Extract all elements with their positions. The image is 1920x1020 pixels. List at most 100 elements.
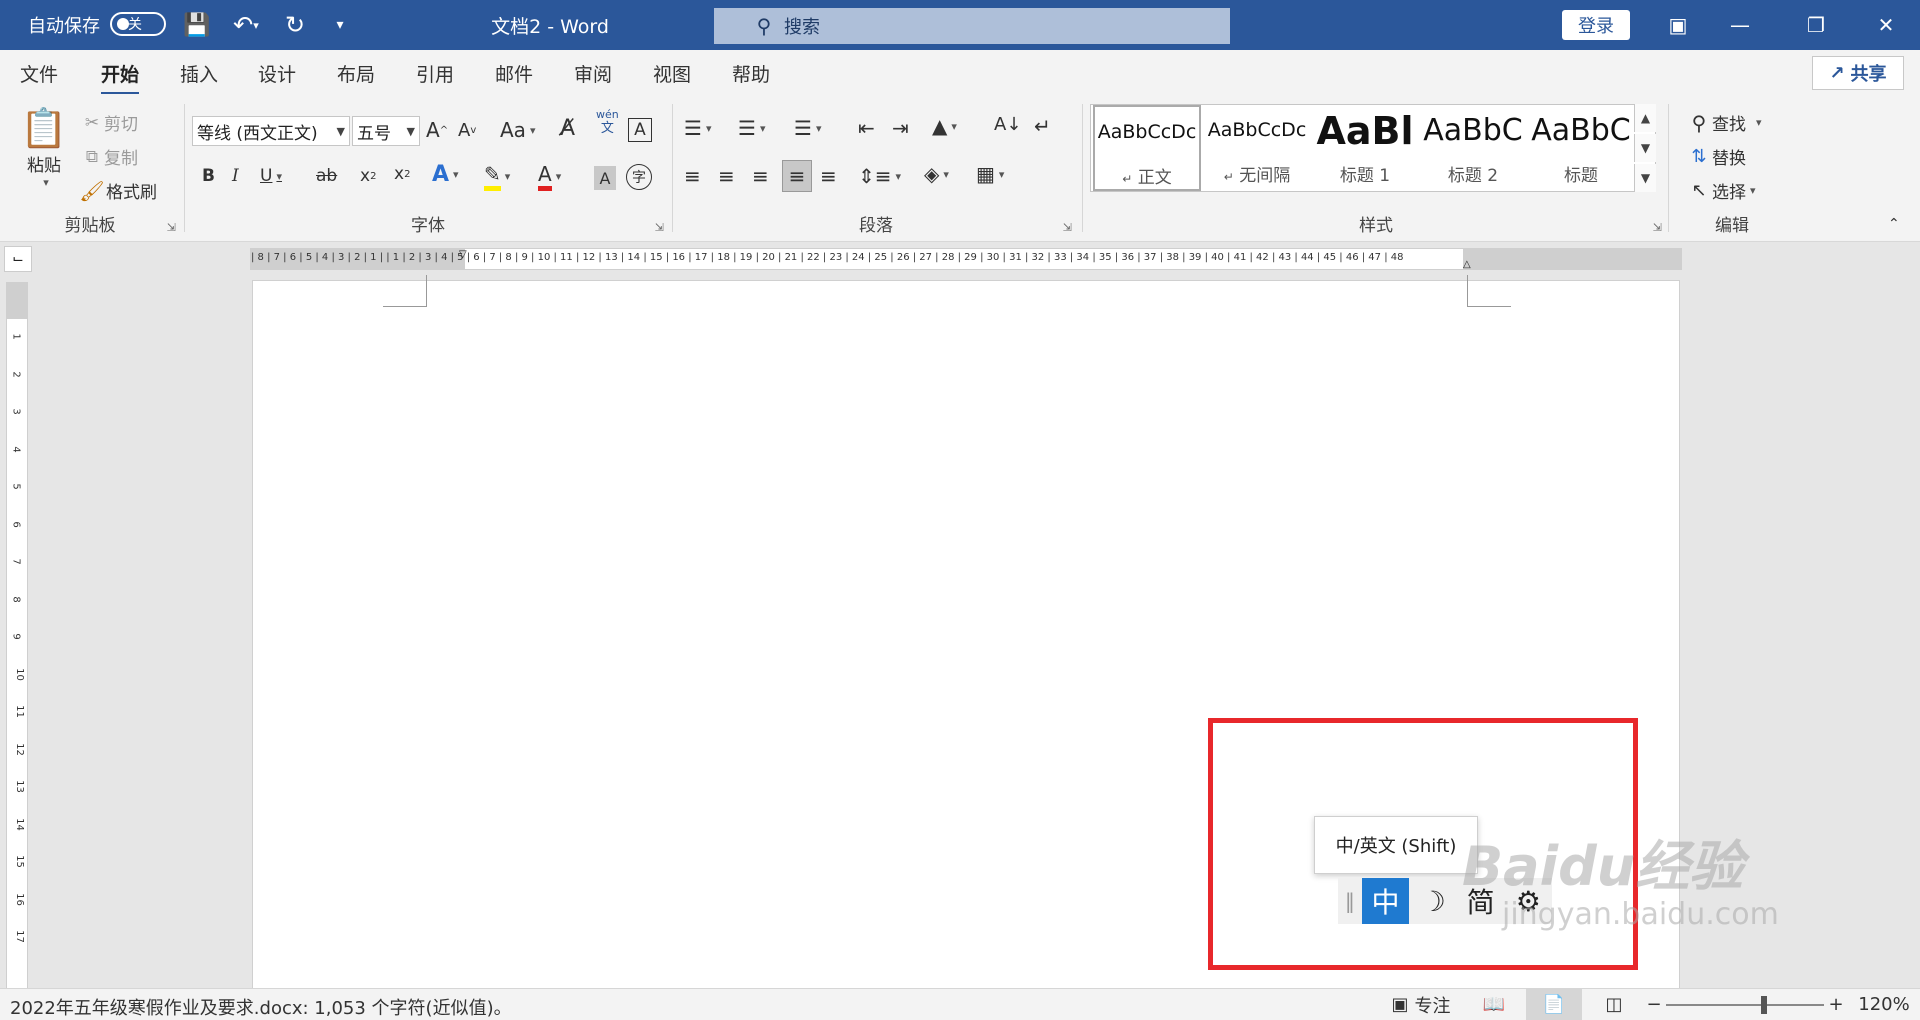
ime-mode-button[interactable]: 中	[1361, 878, 1410, 924]
cut-button[interactable]: ✂ 剪切	[80, 110, 138, 136]
indent-marker-icon[interactable]: ▽	[459, 249, 467, 260]
share-button[interactable]: ↗ 共享	[1812, 56, 1904, 90]
align-center-icon[interactable]: ≡	[718, 164, 735, 188]
shading-icon[interactable]: ◈ ▾	[924, 162, 949, 186]
minimize-button[interactable]: —	[1710, 0, 1770, 50]
decrease-indent-icon[interactable]: ⇤	[858, 116, 875, 140]
zoom-level[interactable]: 120%	[1856, 989, 1912, 1020]
align-left-icon[interactable]: ≡	[684, 164, 701, 188]
tab-home[interactable]: 开始	[101, 60, 140, 95]
clipboard-launcher-icon[interactable]: ⇲	[167, 221, 176, 234]
collapse-ribbon-icon[interactable]: ⌃	[1888, 216, 1900, 232]
font-family-select[interactable]: 等线 (西文正文) ▼	[192, 116, 350, 146]
replace-button[interactable]: ⇅ 替换	[1686, 144, 1746, 169]
justify-icon[interactable]: ≡	[782, 160, 812, 192]
font-color-icon[interactable]: A ▾	[538, 162, 561, 191]
line-spacing-icon[interactable]: ⇕≡ ▾	[858, 164, 901, 188]
tab-layout[interactable]: 布局	[337, 60, 375, 87]
change-case-button[interactable]: Aa ▾	[500, 118, 535, 142]
editing-group: ⚲ 查找 ▾ ⇅ 替换 ↖ 选择 ▾ 编辑	[1672, 100, 1792, 238]
search-icon: ⚲	[1691, 110, 1707, 135]
ribbon-tabs: 文件 开始 插入 设计 布局 引用 邮件 审阅 视图 帮助	[0, 50, 1920, 95]
vertical-ruler-number: 4	[10, 445, 22, 453]
sort-icon[interactable]: A↓	[994, 114, 1021, 135]
replace-icon: ⇅	[1691, 146, 1707, 167]
underline-button[interactable]: U ▾	[260, 166, 282, 186]
tab-references[interactable]: 引用	[416, 60, 454, 87]
grow-font-icon[interactable]: A ^	[426, 118, 448, 142]
character-shading-icon[interactable]: A	[594, 166, 616, 190]
styles-launcher-icon[interactable]: ⇲	[1653, 221, 1662, 234]
zoom-in-button[interactable]: +	[1828, 989, 1844, 1020]
strikethrough-button[interactable]: ab	[316, 166, 337, 186]
enclose-characters-icon[interactable]: 字	[626, 164, 652, 190]
horizontal-ruler[interactable]: | 8 | 7 | 6 | 5 | 4 | 3 | 2 | 1 | | 1 | …	[250, 248, 1682, 270]
tab-view[interactable]: 视图	[653, 60, 691, 87]
font-size-select[interactable]: 五号 ▼	[352, 116, 420, 146]
find-button[interactable]: ⚲ 查找 ▾	[1686, 110, 1762, 136]
highlight-color-icon[interactable]: ✎ ▾	[484, 162, 510, 191]
vertical-ruler[interactable]: 1 2 3 4 5 6 7 8 9 10 11 12 13 14 15 16 17	[6, 282, 28, 990]
redo-icon[interactable]: ↻	[280, 0, 310, 50]
borders-icon[interactable]: ▦ ▾	[976, 162, 1004, 186]
divider	[1668, 104, 1669, 232]
distributed-icon[interactable]: ≡	[820, 164, 837, 188]
tab-file[interactable]: 文件	[20, 60, 58, 87]
bullets-icon[interactable]: ☰ ▾	[684, 116, 711, 140]
zoom-out-button[interactable]: −	[1646, 989, 1662, 1020]
divider	[672, 104, 673, 232]
ruler-numbers: | 8 | 7 | 6 | 5 | 4 | 3 | 2 | 1 | | 1 | …	[251, 252, 1404, 263]
cursor-icon: ↖	[1691, 180, 1707, 201]
chevron-down-icon: ▾	[1756, 116, 1762, 129]
numbering-icon[interactable]: ☰ ▾	[738, 116, 765, 140]
chinese-layout-icon[interactable]: ▲ ▾	[932, 114, 957, 138]
drag-handle-icon[interactable]: ‖	[1338, 889, 1362, 913]
paragraph-launcher-icon[interactable]: ⇲	[1063, 221, 1072, 234]
font-launcher-icon[interactable]: ⇲	[655, 221, 664, 234]
word-count-status[interactable]: 2022年五年级寒假作业及要求.docx: 1,053 个字符(近似值)。	[10, 994, 512, 1020]
increase-indent-icon[interactable]: ⇥	[892, 116, 909, 140]
web-layout-icon[interactable]: ◫	[1598, 989, 1630, 1020]
focus-mode-button[interactable]: ▣ 专注	[1386, 989, 1456, 1020]
show-marks-icon[interactable]: ↵	[1034, 114, 1051, 138]
vertical-ruler-number: 16	[13, 892, 25, 906]
superscript-button[interactable]: x2	[394, 164, 410, 184]
login-button[interactable]: 登录	[1562, 10, 1630, 40]
paste-button[interactable]: 📋 粘贴 ▾	[18, 106, 70, 196]
clear-formatting-icon[interactable]: A̸	[560, 116, 575, 141]
bold-button[interactable]: B	[202, 166, 215, 186]
vertical-ruler-number: 10	[13, 667, 25, 681]
customize-qat-icon[interactable]: ▾	[330, 0, 350, 50]
align-right-icon[interactable]: ≡	[752, 164, 769, 188]
right-indent-marker-icon[interactable]: △	[1463, 259, 1471, 269]
subscript-button[interactable]: x2	[360, 166, 376, 186]
copy-label: 复制	[104, 149, 138, 169]
tab-design[interactable]: 设计	[258, 60, 296, 87]
autosave-toggle[interactable]: 关	[110, 12, 166, 36]
multilevel-list-icon[interactable]: ☰ ▾	[794, 116, 821, 140]
zoom-slider-thumb[interactable]	[1760, 996, 1767, 1014]
save-icon[interactable]: 💾	[182, 0, 212, 50]
zoom-slider[interactable]	[1666, 996, 1824, 1014]
search-box[interactable]: ⚲ 搜索	[714, 8, 1230, 44]
tab-mailings[interactable]: 邮件	[495, 60, 533, 87]
print-layout-icon[interactable]: 📄	[1526, 989, 1582, 1020]
undo-icon[interactable]: ↶ ▾	[226, 0, 266, 50]
text-effects-icon[interactable]: A ▾	[432, 162, 459, 187]
copy-button[interactable]: ⧉ 复制	[80, 144, 138, 170]
restore-button[interactable]: ❐	[1786, 0, 1846, 50]
tab-selector-icon[interactable]: ⌙	[4, 246, 32, 272]
ribbon-display-options-icon[interactable]: ▣	[1648, 0, 1708, 50]
format-painter-button[interactable]: 🖌 格式刷	[78, 178, 157, 204]
tab-insert[interactable]: 插入	[180, 60, 218, 87]
italic-button[interactable]: I	[232, 166, 239, 186]
tab-help[interactable]: 帮助	[732, 60, 770, 87]
shrink-font-icon[interactable]: Av	[458, 120, 476, 141]
select-button[interactable]: ↖ 选择 ▾	[1686, 178, 1755, 203]
close-button[interactable]: ✕	[1856, 0, 1916, 50]
tab-review[interactable]: 审阅	[574, 60, 612, 87]
character-border-icon[interactable]: A	[628, 118, 652, 142]
phonetic-guide-button[interactable]: wén 文	[596, 108, 619, 136]
half-width-moon-icon[interactable]: ☽	[1409, 878, 1457, 924]
read-mode-icon[interactable]: 📖	[1478, 989, 1510, 1020]
